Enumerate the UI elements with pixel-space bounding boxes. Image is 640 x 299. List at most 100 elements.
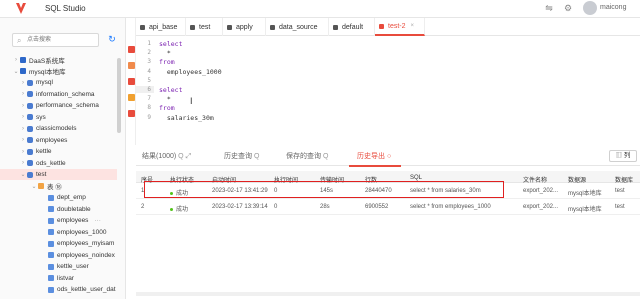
horizontal-scrollbar[interactable] [136, 292, 640, 296]
tab-test[interactable]: test [186, 18, 223, 36]
active-tab-underline [349, 165, 401, 167]
result-tab[interactable]: 结果(1000) Q ⤢ [142, 151, 191, 161]
tree-item-label: employees_1000 [57, 228, 107, 236]
tree-item[interactable]: › performance_schema [0, 100, 117, 111]
tab-default[interactable]: default [329, 18, 375, 36]
table-row[interactable]: 2 成功 2023-02-17 13:39:14 0 28s 6900552 select … [136, 199, 640, 215]
tree-item[interactable]: › employees [0, 135, 117, 146]
chevron-icon[interactable]: › [19, 137, 27, 143]
chevron-icon[interactable]: › [19, 160, 27, 166]
tree-item[interactable]: › kettle [0, 146, 117, 157]
tree-item[interactable]: employees ··· [0, 215, 117, 226]
chevron-icon[interactable]: ⌄ [30, 183, 38, 190]
refresh-icon[interactable]: ↻ [106, 33, 118, 45]
user-avatar[interactable] [583, 1, 597, 15]
code-line[interactable]: employees_1000 [159, 68, 222, 76]
server-icon [20, 56, 26, 63]
chevron-icon[interactable]: ⌄ [19, 171, 27, 178]
tab-test-2[interactable]: test-2 × [375, 18, 425, 36]
tree-item-label: mysql本地库 [29, 69, 66, 76]
chevron-icon[interactable]: › [19, 91, 27, 97]
sidebar-scrollbar[interactable] [117, 58, 121, 133]
translate-icon[interactable]: ⇋ [544, 3, 554, 13]
code-line[interactable]: select [159, 40, 182, 48]
database-icon [27, 171, 33, 178]
tree-item[interactable]: › DaaS系统库 [0, 54, 117, 65]
settings-gear-icon[interactable]: ⚙ [563, 3, 573, 13]
chevron-icon[interactable]: › [19, 126, 27, 132]
tree-item-label: ods_kettle [36, 159, 66, 167]
chevron-icon[interactable]: › [12, 57, 20, 63]
chevron-icon[interactable]: › [19, 149, 27, 155]
tree-item[interactable]: › information_schema [0, 89, 117, 100]
search-input[interactable] [27, 35, 97, 45]
tree-item-label: employees [36, 136, 68, 144]
app-logo-icon [16, 3, 26, 14]
result-tab-icon: Q [252, 153, 260, 160]
line-number: 1 [147, 40, 151, 47]
table-icon [48, 286, 54, 293]
status-dot-icon [170, 207, 173, 211]
tree-item-label: doubletable [57, 205, 91, 213]
tab-api_base[interactable]: api_base [136, 18, 186, 36]
result-tab-label: 历史查询 [224, 153, 252, 160]
tree-item-label: classicmodels [36, 125, 77, 132]
code-line[interactable]: from [159, 58, 175, 66]
search-icon: ⌕ [17, 36, 22, 45]
tree-item[interactable]: listvar [0, 273, 117, 284]
tree-item-label: DaaS系统库 [29, 57, 65, 65]
top-bar: SQL Studio ⇋ ⚙ maicong [0, 0, 640, 18]
tree-item[interactable]: › mysql [0, 77, 117, 88]
code-line[interactable]: * [159, 95, 171, 103]
tree-item[interactable]: dept_emp [0, 192, 117, 203]
chevron-icon[interactable]: › [19, 114, 27, 120]
table-icon [48, 263, 54, 270]
format-icon[interactable] [128, 62, 135, 69]
search-box[interactable]: ⌕ [12, 33, 99, 47]
table-cell: 0 [274, 204, 278, 210]
result-tab[interactable]: 历史查询 Q [224, 151, 259, 161]
code-line[interactable]: select [159, 86, 182, 94]
code-line[interactable]: salaries_30m [159, 114, 214, 122]
tree-item[interactable]: ⌄ 表 ⑱ [0, 181, 117, 192]
close-icon[interactable]: × [411, 23, 415, 29]
tree-item[interactable]: employees_noindex [0, 250, 117, 261]
run-icon[interactable] [128, 46, 135, 53]
code-token: * [159, 95, 171, 104]
table-icon [48, 275, 54, 281]
result-tab[interactable]: 保存的查询 Q [286, 151, 328, 161]
line-number: 3 [147, 58, 151, 66]
tree-item-label: kettle [36, 148, 52, 155]
tree-item[interactable]: › classicmodels [0, 123, 117, 134]
tree-item[interactable]: › sys [0, 112, 117, 123]
chevron-icon[interactable]: ⌄ [12, 68, 20, 75]
tree-item[interactable]: › ods_kettle [0, 158, 117, 169]
sql-file-icon [227, 24, 232, 30]
editor-tabs: api_base test apply data_source default test-… [136, 18, 640, 36]
result-tab[interactable]: 历史导出 ○ [357, 151, 391, 161]
table-cell: 2023-02-17 13:39:14 [212, 204, 268, 210]
save-icon[interactable] [128, 78, 135, 85]
tree-item-label: performance_schema [36, 102, 99, 109]
tree-item[interactable]: ⌄ mysql本地库 [0, 66, 117, 77]
tab-data_source[interactable]: data_source [266, 18, 329, 36]
tree-item[interactable]: ⌄ test [0, 169, 117, 180]
table-cell: 2 [141, 204, 145, 210]
code-line[interactable]: * [159, 49, 171, 57]
username[interactable]: maicong [600, 4, 626, 11]
tree-item[interactable]: ods_kettle_user_dat [0, 284, 117, 295]
code-line[interactable]: from [159, 104, 175, 112]
more-icon[interactable]: ··· [94, 217, 101, 224]
folder-icon [38, 183, 44, 189]
chevron-icon[interactable]: › [19, 80, 27, 86]
history-icon[interactable] [128, 94, 135, 101]
tab-apply[interactable]: apply [223, 18, 266, 36]
columns-button[interactable]: ▥ 列 [609, 150, 637, 162]
tree-item[interactable]: employees_1000 [0, 227, 117, 238]
tree-item[interactable]: kettle_user [0, 261, 117, 272]
tree-item[interactable]: employees_myisam [0, 238, 117, 249]
chevron-icon[interactable]: › [19, 103, 27, 109]
tree-item[interactable]: doubletable [0, 204, 117, 215]
export-icon[interactable] [128, 110, 135, 117]
table-cell: select * from employees_1000 [410, 204, 491, 210]
